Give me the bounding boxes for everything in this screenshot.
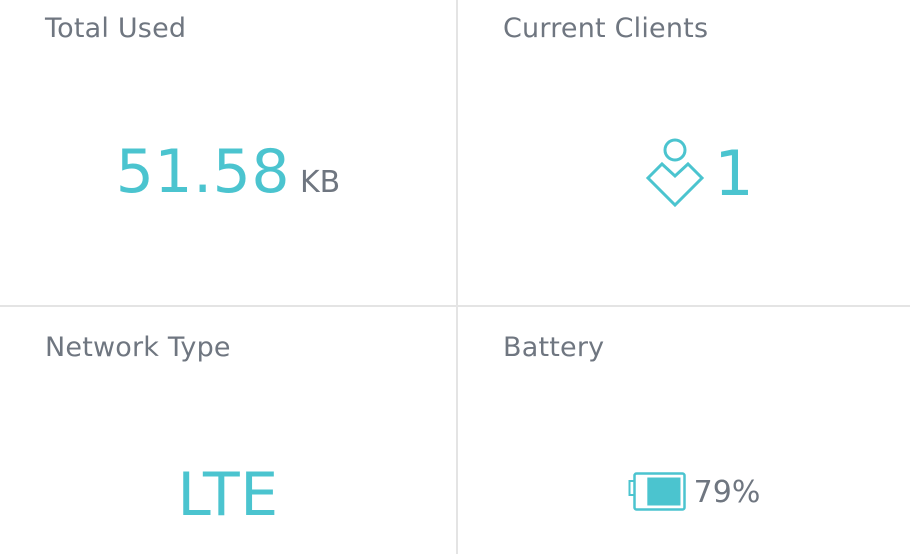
- battery-level-fill: [646, 477, 681, 506]
- total-used-readout: 51.58 KB: [0, 137, 456, 217]
- current-clients-tile[interactable]: Current Clients 1: [456, 0, 910, 305]
- battery-readout: 79%: [458, 467, 910, 517]
- network-type-value: LTE: [177, 460, 279, 530]
- battery-title: Battery: [503, 332, 605, 363]
- total-used-title: Total Used: [45, 13, 187, 44]
- network-type-tile: Network Type LTE: [0, 305, 456, 554]
- total-used-tile: Total Used 51.58 KB: [0, 0, 456, 305]
- current-clients-count: 1: [714, 137, 754, 210]
- user-icon: [646, 138, 705, 208]
- status-dashboard: Total Used 51.58 KB Current Clients 1 Ne…: [0, 0, 910, 554]
- current-clients-readout[interactable]: 1: [458, 133, 910, 215]
- total-used-unit: KB: [300, 165, 341, 200]
- battery-percent: 79%: [693, 474, 761, 510]
- battery-icon: [628, 472, 686, 511]
- battery-tile: Battery 79%: [456, 305, 910, 554]
- total-used-value: 51.58: [115, 137, 290, 207]
- current-clients-title: Current Clients: [503, 13, 709, 44]
- network-type-title: Network Type: [45, 332, 231, 363]
- network-type-readout: LTE: [0, 454, 456, 536]
